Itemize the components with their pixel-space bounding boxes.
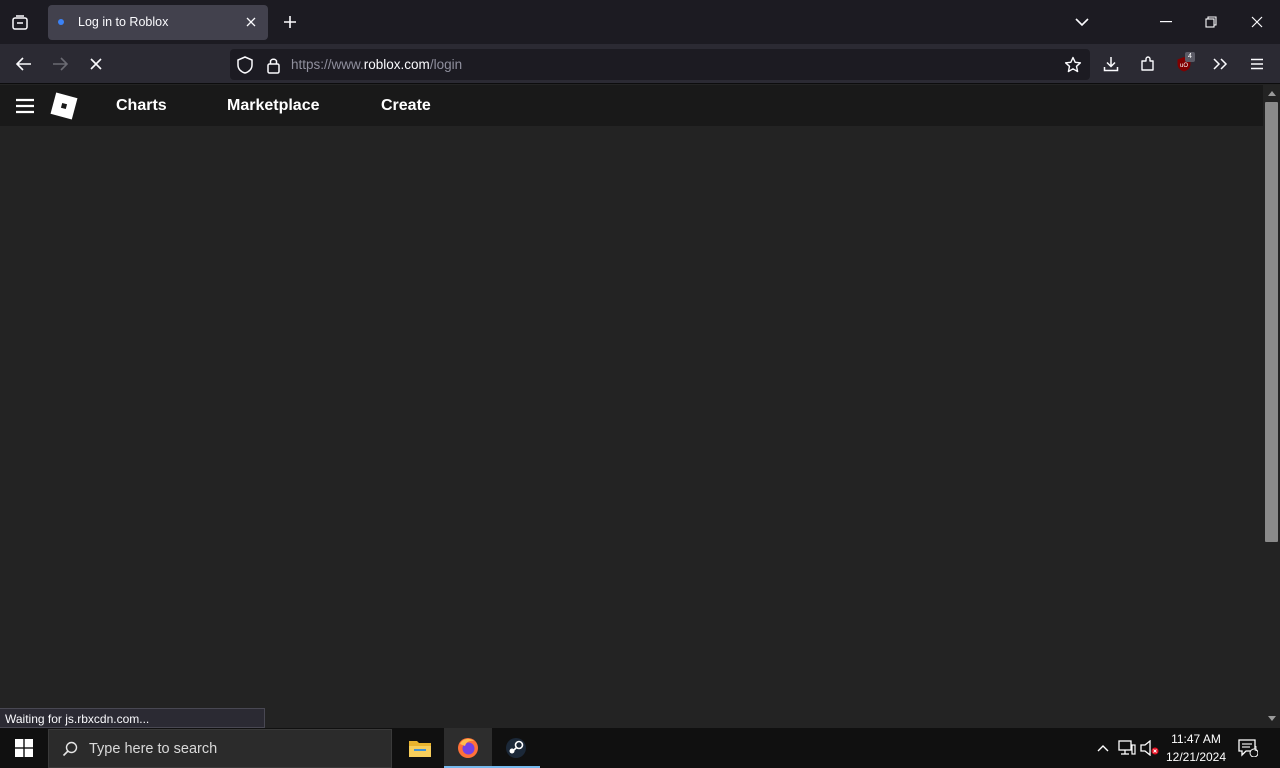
roblox-header: Charts Marketplace Create xyxy=(0,85,1263,126)
stop-loading-icon[interactable] xyxy=(86,54,106,74)
steam-app[interactable] xyxy=(492,728,540,768)
scroll-down-arrow-icon[interactable] xyxy=(1266,713,1277,723)
folder-icon xyxy=(409,741,431,757)
nav-marketplace[interactable]: Marketplace xyxy=(227,97,320,115)
close-window-icon[interactable] xyxy=(1247,12,1267,32)
url-host: roblox.com xyxy=(363,57,430,72)
loading-favicon-icon xyxy=(58,19,64,25)
nav-create[interactable]: Create xyxy=(381,97,431,115)
restore-window-icon[interactable] xyxy=(1201,12,1221,32)
windows-logo-icon xyxy=(15,739,33,757)
volume-muted-icon[interactable] xyxy=(1140,738,1160,758)
new-tab-icon[interactable] xyxy=(280,12,300,32)
start-button[interactable] xyxy=(0,728,48,768)
list-all-tabs-chevron-icon[interactable] xyxy=(1072,12,1092,32)
taskbar-search-box[interactable]: Type here to search xyxy=(48,729,392,768)
address-bar[interactable]: https://www.roblox.com/login xyxy=(230,49,1090,80)
firefox-icon xyxy=(458,738,478,758)
clock-time: 11:47 AM xyxy=(1171,732,1221,746)
tab-title: Log in to Roblox xyxy=(78,15,169,29)
search-placeholder: Type here to search xyxy=(89,741,218,757)
firefox-view-icon[interactable] xyxy=(8,11,32,35)
hamburger-menu-icon[interactable] xyxy=(1247,54,1267,74)
url-scheme: https://www. xyxy=(291,57,364,72)
url-text[interactable]: https://www.roblox.com/login xyxy=(291,57,462,72)
roblox-logo-icon[interactable] xyxy=(48,90,80,122)
roblox-menu-icon[interactable] xyxy=(14,96,36,116)
nav-charts[interactable]: Charts xyxy=(116,97,167,115)
show-hidden-icons-chevron-icon[interactable] xyxy=(1093,738,1113,758)
steam-icon xyxy=(506,738,526,758)
status-panel: Waiting for js.rbxcdn.com... xyxy=(0,708,265,728)
extension-badge: 4 xyxy=(1185,52,1195,62)
search-icon xyxy=(61,740,79,758)
svg-text:uO: uO xyxy=(1180,63,1188,69)
scroll-up-arrow-icon[interactable] xyxy=(1266,88,1277,98)
action-center-icon[interactable]: 1 xyxy=(1238,738,1258,758)
browser-navigation-bar: https://www.roblox.com/login uO xyxy=(0,44,1280,84)
page-content-area xyxy=(0,126,1263,728)
url-path: /login xyxy=(429,57,463,72)
forward-arrow-icon[interactable] xyxy=(50,54,70,74)
back-arrow-icon[interactable] xyxy=(14,54,34,74)
network-icon[interactable] xyxy=(1117,738,1137,758)
firefox-app[interactable] xyxy=(444,728,492,768)
extensions-puzzle-icon[interactable] xyxy=(1138,54,1158,74)
tracking-protection-shield-icon[interactable] xyxy=(235,55,255,75)
clock-date: 12/21/2024 xyxy=(1165,750,1227,764)
file-explorer-app[interactable] xyxy=(396,728,444,768)
windows-taskbar: Type here to search 11:47 AM 12/21/2024 … xyxy=(0,728,1280,768)
close-tab-icon[interactable] xyxy=(242,13,260,31)
browser-tab-strip: Log in to Roblox xyxy=(0,0,1280,44)
overflow-chevrons-icon[interactable] xyxy=(1210,54,1230,74)
downloads-icon[interactable] xyxy=(1101,54,1121,74)
lock-icon[interactable] xyxy=(263,55,283,75)
notification-count: 1 xyxy=(1254,746,1258,753)
scrollbar-thumb[interactable] xyxy=(1265,102,1278,542)
minimize-window-icon[interactable] xyxy=(1156,12,1176,32)
bookmark-star-icon[interactable] xyxy=(1063,55,1083,75)
browser-tab-active[interactable]: Log in to Roblox xyxy=(48,5,268,40)
